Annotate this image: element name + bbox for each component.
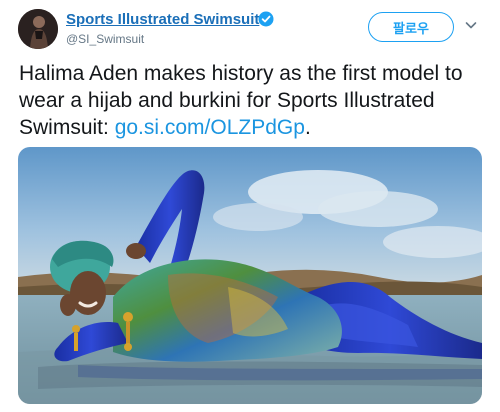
follow-button[interactable]: 팔로우 [368, 12, 454, 42]
author-avatar[interactable] [18, 9, 58, 49]
tweet-link[interactable]: go.si.com/OLZPdGp [115, 116, 305, 139]
chevron-down-icon[interactable] [464, 18, 478, 32]
tweet-card: Sports Illustrated Swimsuit @SI_Swimsuit… [0, 0, 500, 412]
tweet-photo[interactable] [18, 147, 482, 404]
tweet-text-end: . [304, 116, 311, 139]
author-handle[interactable]: @SI_Swimsuit [66, 32, 144, 46]
verified-badge-icon [258, 11, 274, 27]
tweet-text: Halima Aden makes history as the first m… [19, 60, 487, 141]
author-display-name[interactable]: Sports Illustrated Swimsuit [66, 11, 259, 28]
